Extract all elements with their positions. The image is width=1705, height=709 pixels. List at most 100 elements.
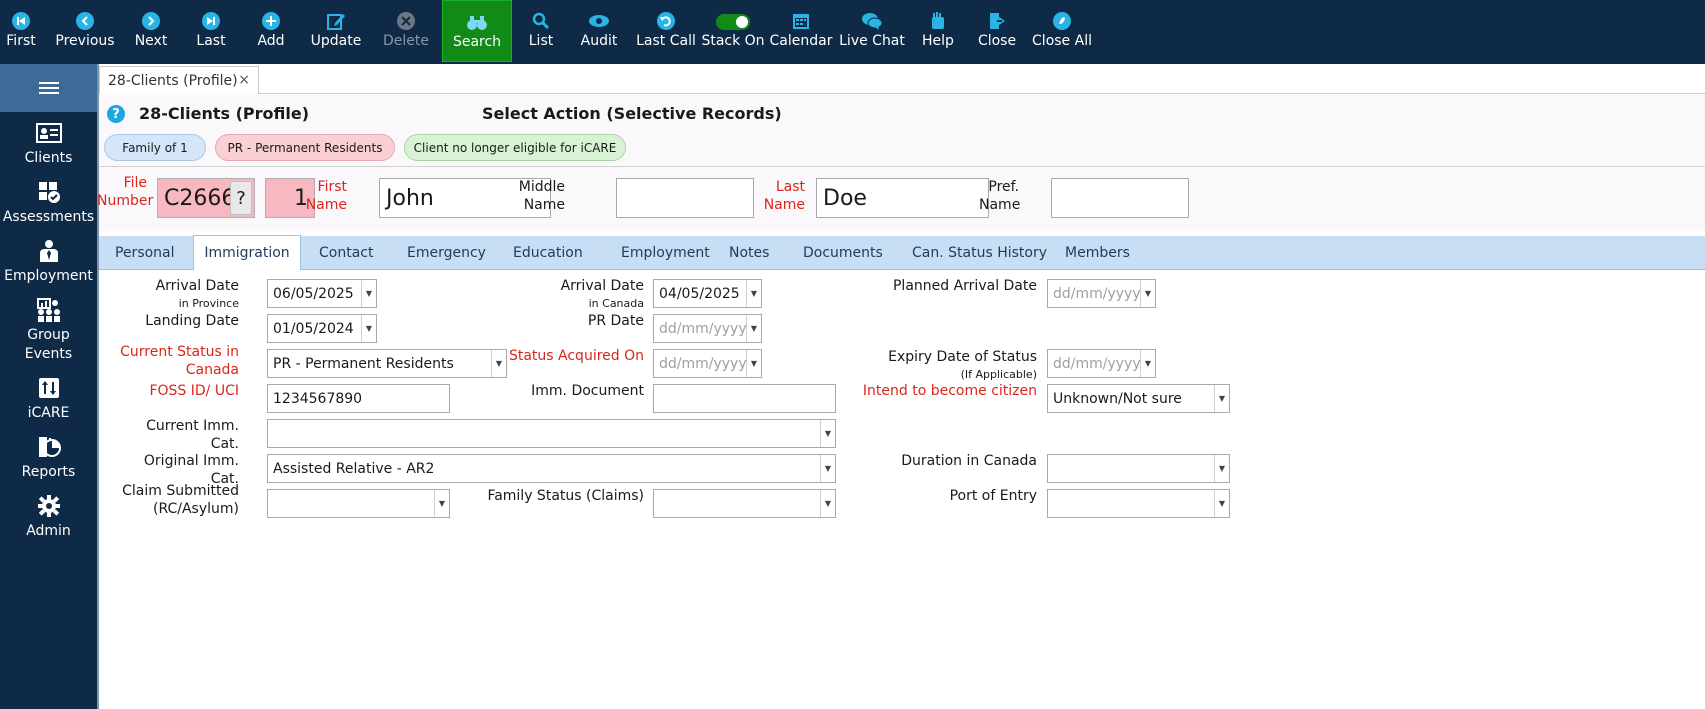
close-button[interactable]: Close <box>978 0 1016 62</box>
pr-date[interactable]: dd/mm/yyyy ▼ <box>653 314 762 343</box>
port-of-entry-label: Port of Entry <box>949 488 1037 504</box>
group-chart-icon <box>36 297 62 323</box>
chevron-down-icon[interactable]: ▼ <box>1140 350 1155 377</box>
chevron-down-icon[interactable]: ▼ <box>1214 455 1229 482</box>
duration-in-canada-select[interactable]: ▼ <box>1047 454 1230 483</box>
last-call-button[interactable]: Last Call <box>636 0 696 62</box>
chevron-down-icon[interactable]: ▼ <box>746 280 761 307</box>
sidebar-item-reports[interactable]: Reports <box>0 434 97 482</box>
gear-icon <box>37 493 61 519</box>
chevron-down-icon[interactable]: ▼ <box>361 280 376 307</box>
middle-name-input[interactable] <box>616 178 754 218</box>
middle-name-label: Middle Name <box>518 179 565 213</box>
claim-submitted-select[interactable]: ▼ <box>267 489 450 518</box>
file-number-code-field[interactable]: C2666 ? <box>157 178 255 218</box>
first-record-button[interactable]: First <box>0 0 42 62</box>
main-toolbar: First Previous Next Last Add Update Dele… <box>0 0 1705 64</box>
chevron-down-icon[interactable]: ▼ <box>1214 385 1229 412</box>
delete-button[interactable]: Delete <box>382 0 430 62</box>
tab-immigration[interactable]: Immigration <box>193 235 301 270</box>
add-button[interactable]: Add <box>253 0 289 62</box>
delete-icon <box>396 10 416 32</box>
file-number-lookup-button[interactable]: ? <box>230 181 252 215</box>
intend-citizen-select[interactable]: Unknown/Not sure ▼ <box>1047 384 1230 413</box>
menu-toggle-button[interactable] <box>0 64 97 112</box>
arrival-canada-date[interactable]: 04/05/2025 ▼ <box>653 279 762 308</box>
last-record-button[interactable]: Last <box>191 0 231 62</box>
status-acquired-label: Status Acquired On <box>508 348 644 364</box>
document-tab-clients-profile[interactable]: 28-Clients (Profile) × <box>99 66 259 94</box>
edit-icon <box>326 10 346 32</box>
expiry-date[interactable]: dd/mm/yyyy ▼ <box>1047 349 1156 378</box>
tab-notes[interactable]: Notes <box>721 236 777 270</box>
chevron-down-icon[interactable]: ▼ <box>746 315 761 342</box>
landing-date[interactable]: 01/05/2024 ▼ <box>267 314 377 343</box>
sidebar-item-icare[interactable]: iCARE <box>0 375 97 423</box>
sidebar-item-admin[interactable]: Admin <box>0 493 97 541</box>
tab-can-status-history[interactable]: Can. Status History <box>904 236 1055 270</box>
sidebar-item-clients[interactable]: Clients <box>0 120 97 168</box>
close-all-button[interactable]: Close All <box>1032 0 1092 62</box>
help-icon[interactable]: ? <box>107 105 125 123</box>
chevron-down-icon[interactable]: ▼ <box>820 420 835 447</box>
live-chat-button[interactable]: Live Chat <box>839 0 905 62</box>
planned-arrival-label: Planned Arrival Date <box>892 278 1037 294</box>
port-of-entry-select[interactable]: ▼ <box>1047 489 1230 518</box>
arrival-province-date[interactable]: 06/05/2025 ▼ <box>267 279 377 308</box>
chat-bubble-icon <box>861 10 883 32</box>
tab-employment[interactable]: Employment <box>613 236 718 270</box>
landing-date-label: Landing Date <box>145 313 239 329</box>
search-button[interactable]: Search <box>442 0 512 62</box>
arrival-province-label: Arrival Date in Province <box>155 278 239 310</box>
plus-icon <box>261 10 281 32</box>
select-action-title[interactable]: Select Action (Selective Records) <box>482 104 782 123</box>
tab-emergency[interactable]: Emergency <box>399 236 494 270</box>
sidebar-item-group-events[interactable]: Group Events <box>0 297 97 364</box>
previous-record-button[interactable]: Previous <box>53 0 117 62</box>
foss-uci-input[interactable]: 1234567890 <box>267 384 450 413</box>
hamburger-icon <box>38 82 59 94</box>
sidebar-item-assessments[interactable]: Assessments <box>0 179 97 227</box>
next-record-button[interactable]: Next <box>130 0 172 62</box>
imm-document-input[interactable] <box>653 384 836 413</box>
tab-contact[interactable]: Contact <box>311 236 381 270</box>
family-status-select[interactable]: ▼ <box>653 489 836 518</box>
tab-personal[interactable]: Personal <box>107 236 183 270</box>
original-imm-cat-select[interactable]: Assisted Relative - AR2 ▼ <box>267 454 836 483</box>
calendar-button[interactable]: Calendar <box>770 0 832 62</box>
help-button[interactable]: Help <box>922 0 954 62</box>
family-status-label: Family Status (Claims) <box>487 488 644 504</box>
family-badge: Family of 1 <box>104 134 206 161</box>
last-name-input[interactable]: Doe <box>816 178 989 218</box>
chevron-right-icon <box>141 10 161 32</box>
tab-documents[interactable]: Documents <box>795 236 891 270</box>
grid-check-icon <box>37 179 61 205</box>
chevron-left-icon <box>75 10 95 32</box>
last-name-label: Last Name <box>763 179 805 213</box>
current-imm-cat-select[interactable]: ▼ <box>267 419 836 448</box>
chevron-down-icon[interactable]: ▼ <box>434 490 449 517</box>
chevron-down-icon[interactable]: ▼ <box>361 315 376 342</box>
arrival-canada-label: Arrival Date in Canada <box>560 278 644 310</box>
exit-door-icon <box>987 10 1007 32</box>
planned-arrival-date[interactable]: dd/mm/yyyy ▼ <box>1047 279 1156 308</box>
close-tab-icon[interactable]: × <box>238 72 250 88</box>
report-chart-icon <box>37 434 61 460</box>
tab-members[interactable]: Members <box>1057 236 1138 270</box>
tab-education[interactable]: Education <box>505 236 591 270</box>
imm-document-label: Imm. Document <box>531 383 644 399</box>
audit-button[interactable]: Audit <box>581 0 617 62</box>
pref-name-input[interactable] <box>1051 178 1189 218</box>
chevron-down-icon[interactable]: ▼ <box>1140 280 1155 307</box>
sidebar-item-employment[interactable]: Employment <box>0 238 97 286</box>
chevron-down-icon[interactable]: ▼ <box>746 350 761 377</box>
stack-on-toggle[interactable]: Stack On <box>701 0 765 62</box>
list-button[interactable]: List <box>526 0 556 62</box>
pr-date-label: PR Date <box>587 313 644 329</box>
sort-arrows-icon <box>38 375 60 401</box>
undo-icon <box>656 10 676 32</box>
status-acquired-date[interactable]: dd/mm/yyyy ▼ <box>653 349 762 378</box>
update-button[interactable]: Update <box>309 0 363 62</box>
chevron-down-icon[interactable]: ▼ <box>1214 490 1229 517</box>
file-number-label: File Number <box>97 175 154 209</box>
